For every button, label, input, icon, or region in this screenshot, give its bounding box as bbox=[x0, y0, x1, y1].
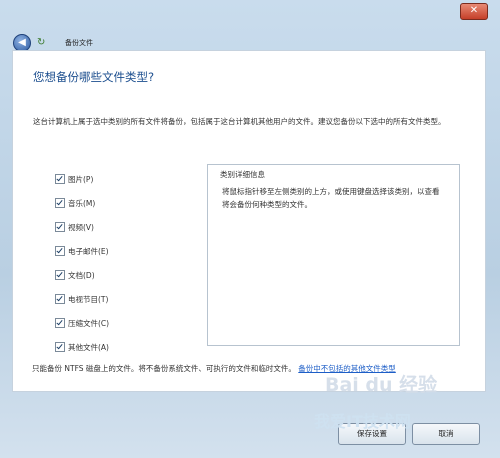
file-type-item[interactable]: 电视节目(T) bbox=[55, 287, 109, 311]
checkbox[interactable] bbox=[55, 318, 65, 328]
category-details-text: 将鼠标指针移至左侧类别的上方，或使用键盘选择该类别，以查看将会备份何种类型的文件… bbox=[222, 187, 440, 209]
content-panel: 您想备份哪些文件类型? 这台计算机上属于选中类别的所有文件将备份，包括属于这台计… bbox=[12, 50, 486, 392]
file-type-item[interactable]: 其他文件(A) bbox=[55, 335, 109, 359]
close-button[interactable]: ✕ bbox=[460, 3, 488, 20]
file-type-item[interactable]: 视频(V) bbox=[55, 215, 109, 239]
save-settings-button[interactable]: 保存设置 bbox=[338, 423, 406, 445]
file-type-label: 图片(P) bbox=[68, 174, 94, 184]
file-type-label: 音乐(M) bbox=[68, 198, 96, 208]
checkbox[interactable] bbox=[55, 246, 65, 256]
file-type-item[interactable]: 电子邮件(E) bbox=[55, 239, 109, 263]
checkbox[interactable] bbox=[55, 294, 65, 304]
file-type-label: 文档(D) bbox=[68, 270, 95, 280]
file-type-label: 其他文件(A) bbox=[68, 342, 109, 352]
file-type-item[interactable]: 压缩文件(C) bbox=[55, 311, 109, 335]
file-type-item[interactable]: 图片(P) bbox=[55, 167, 109, 191]
file-type-item[interactable]: 文档(D) bbox=[55, 263, 109, 287]
checkbox[interactable] bbox=[55, 270, 65, 280]
excluded-file-types-link[interactable]: 备份中不包括的其他文件类型 bbox=[298, 364, 396, 373]
footnote: 只能备份 NTFS 磁盘上的文件。将不备份系统文件、可执行的文件和临时文件。 备… bbox=[32, 362, 472, 375]
checkbox[interactable] bbox=[55, 222, 65, 232]
footnote-text: 只能备份 NTFS 磁盘上的文件。将不备份系统文件、可执行的文件和临时文件。 bbox=[32, 364, 296, 373]
backup-icon: ↻ bbox=[37, 37, 46, 48]
wizard-title: 备份文件 bbox=[65, 39, 93, 47]
file-type-item[interactable]: 音乐(M) bbox=[55, 191, 109, 215]
category-details-group: 类别详细信息 将鼠标指针移至左侧类别的上方，或使用键盘选择该类别，以查看将会备份… bbox=[207, 164, 460, 346]
file-type-checklist: 图片(P) 音乐(M) 视频(V) 电子邮件(E) 文档(D) 电视节目(T) 压缩文件(C… bbox=[55, 167, 109, 359]
checkbox[interactable] bbox=[55, 174, 65, 184]
cancel-button[interactable]: 取消 bbox=[412, 423, 480, 445]
file-type-label: 压缩文件(C) bbox=[68, 318, 110, 328]
file-type-label: 电子邮件(E) bbox=[68, 246, 109, 256]
file-type-label: 视频(V) bbox=[68, 222, 94, 232]
page-description: 这台计算机上属于选中类别的所有文件将备份，包括属于这台计算机其他用户的文件。建议… bbox=[33, 117, 446, 126]
checkbox[interactable] bbox=[55, 342, 65, 352]
page-heading: 您想备份哪些文件类型? bbox=[33, 70, 155, 84]
backup-wizard-window: ✕ ◀ ↻ 备份文件 您想备份哪些文件类型? 这台计算机上属于选中类别的所有文件… bbox=[0, 0, 500, 458]
checkbox[interactable] bbox=[55, 198, 65, 208]
file-type-label: 电视节目(T) bbox=[68, 294, 109, 304]
category-details-legend: 类别详细信息 bbox=[218, 169, 267, 180]
